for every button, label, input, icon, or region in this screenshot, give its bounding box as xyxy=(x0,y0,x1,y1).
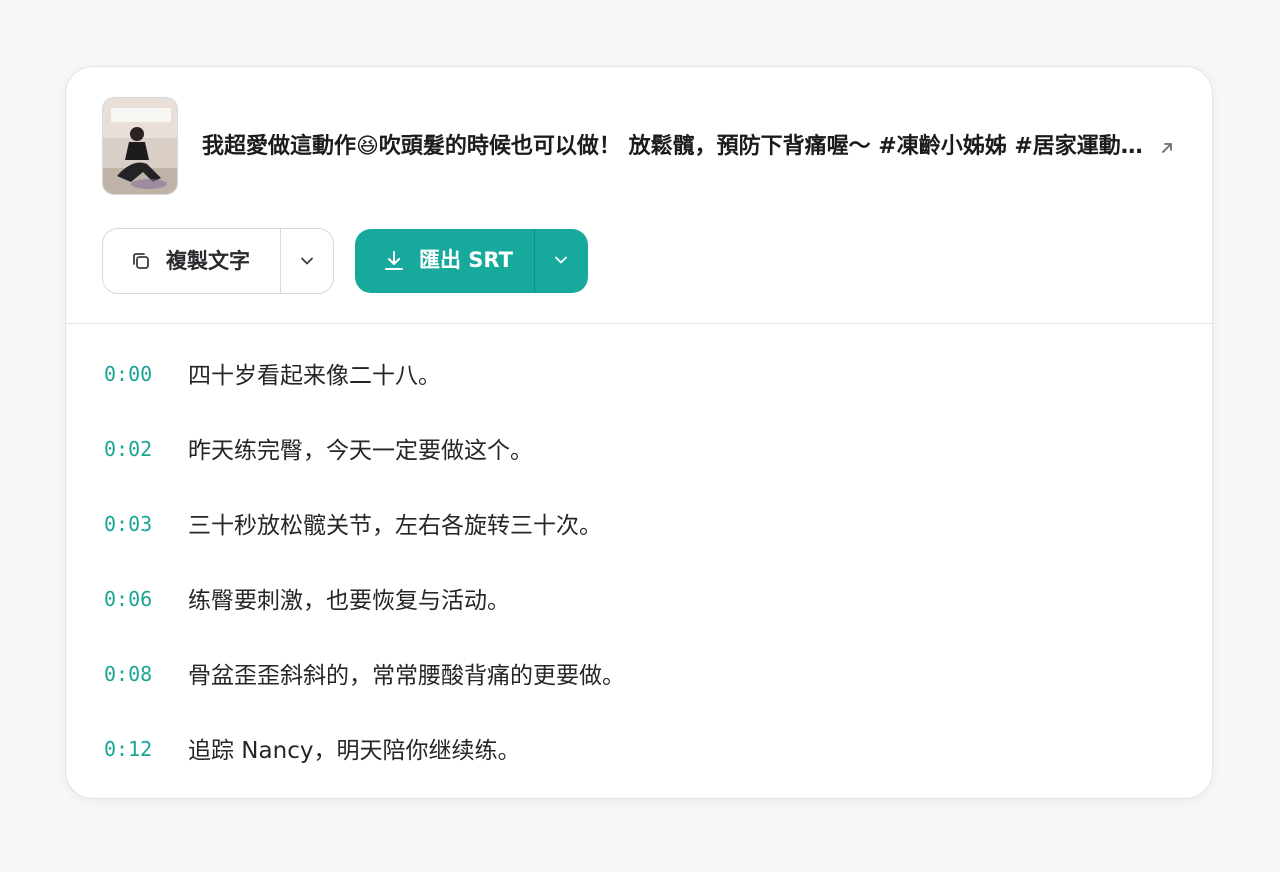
copy-icon xyxy=(130,250,152,276)
transcript-segment[interactable]: 0:03 三十秒放松髋关节，左右各旋转三十次。 xyxy=(104,507,1164,582)
external-link-icon[interactable] xyxy=(1158,139,1176,157)
thumbnail-image xyxy=(103,98,177,194)
download-icon xyxy=(383,249,405,277)
copy-text-button[interactable]: 複製文字 xyxy=(103,229,280,293)
segment-text: 练臀要刺激，也要恢复与活动。 xyxy=(188,588,510,614)
segment-timestamp[interactable]: 0:00 xyxy=(104,361,152,387)
header-divider xyxy=(66,323,1212,324)
video-header: 我超愛做這動作😆吹頭髮的時候也可以做！ 放鬆髖，預防下背痛喔～ #凍齡小姊姊 #… xyxy=(102,97,1182,195)
segment-text: 昨天练完臀，今天一定要做这个。 xyxy=(188,438,533,464)
segment-text: 三十秒放松髋关节，左右各旋转三十次。 xyxy=(188,513,602,539)
segment-timestamp[interactable]: 0:06 xyxy=(104,586,152,612)
transcript-segment[interactable]: 0:08 骨盆歪歪斜斜的，常常腰酸背痛的更要做。 xyxy=(104,657,1164,732)
transcript-segment[interactable]: 0:00 四十岁看起来像二十八。 xyxy=(104,357,1164,432)
video-title: 我超愛做這動作😆吹頭髮的時候也可以做！ 放鬆髖，預防下背痛喔～ #凍齡小姊姊 #… xyxy=(202,134,1148,159)
segment-text: 四十岁看起来像二十八。 xyxy=(188,363,441,389)
transcript-segment[interactable]: 0:06 练臀要刺激，也要恢复与活动。 xyxy=(104,582,1164,657)
transcript-card: 我超愛做這動作😆吹頭髮的時候也可以做！ 放鬆髖，預防下背痛喔～ #凍齡小姊姊 #… xyxy=(65,66,1213,799)
export-srt-button[interactable]: 匯出 SRT xyxy=(355,229,534,293)
transcript-segment[interactable]: 0:02 昨天练完臀，今天一定要做这个。 xyxy=(104,432,1164,507)
segment-text: 追踪 Nancy，明天陪你继续练。 xyxy=(188,738,521,764)
copy-text-label: 複製文字 xyxy=(166,249,250,273)
segment-timestamp[interactable]: 0:03 xyxy=(104,511,152,537)
copy-options-button[interactable] xyxy=(281,229,333,293)
segment-timestamp[interactable]: 0:08 xyxy=(104,661,152,687)
copy-button-group: 複製文字 xyxy=(102,228,334,294)
export-srt-label: 匯出 SRT xyxy=(419,248,513,272)
segment-text: 骨盆歪歪斜斜的，常常腰酸背痛的更要做。 xyxy=(188,663,625,689)
chevron-down-icon xyxy=(555,256,567,264)
export-options-button[interactable] xyxy=(535,229,588,293)
chevron-down-icon xyxy=(301,257,313,265)
export-button-group: 匯出 SRT xyxy=(355,229,588,293)
segment-timestamp[interactable]: 0:12 xyxy=(104,736,152,762)
transcript-segment[interactable]: 0:12 追踪 Nancy，明天陪你继续练。 xyxy=(104,732,1164,798)
transcript-list: 0:00 四十岁看起来像二十八。 0:02 昨天练完臀，今天一定要做这个。 0:… xyxy=(104,357,1164,798)
segment-timestamp[interactable]: 0:02 xyxy=(104,436,152,462)
video-thumbnail[interactable] xyxy=(102,97,178,195)
